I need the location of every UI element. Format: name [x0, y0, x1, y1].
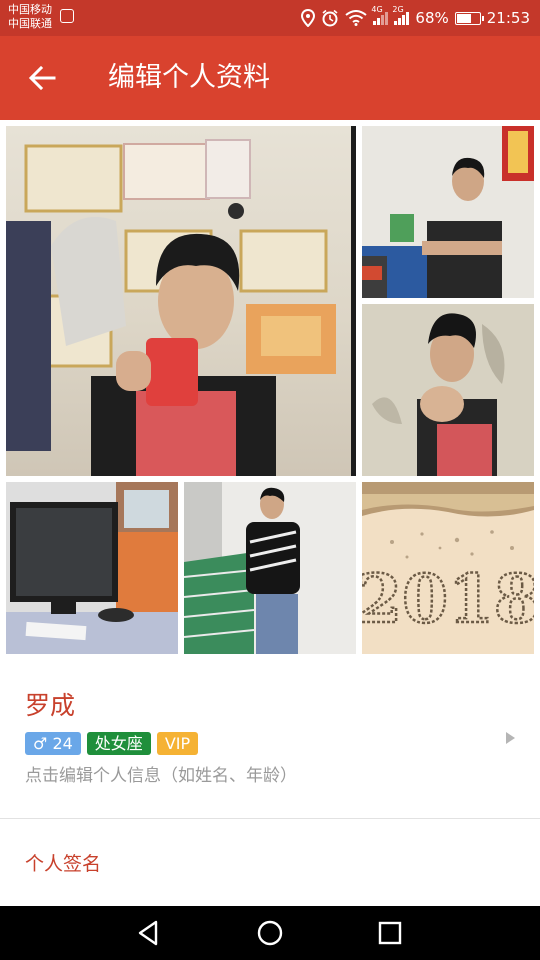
carrier-info: 中国移动 中国联通 — [8, 3, 52, 31]
profile-photo-3[interactable] — [362, 304, 534, 476]
battery-fill — [456, 13, 472, 23]
profile-photo-1[interactable] — [6, 126, 356, 476]
arrow-left-icon[interactable] — [26, 62, 58, 94]
photo-4-image — [6, 482, 178, 654]
alarm-icon — [322, 9, 338, 27]
photo-5-image — [184, 482, 356, 654]
chevron-right-icon[interactable] — [506, 732, 515, 744]
app-header: 编辑个人资料 — [0, 36, 540, 120]
signal-2: 2G — [392, 5, 410, 25]
network-type-1: 4G — [371, 5, 383, 14]
profile-badges: ♂ 24 处女座 VIP — [25, 732, 199, 755]
network-type-2: 2G — [392, 5, 404, 14]
status-bar: 中国移动 中国联通 4G 2G 68% 21:53 — [0, 0, 540, 36]
age-value: 24 — [52, 734, 73, 753]
photo-2-image — [362, 126, 534, 298]
notification-icon — [60, 9, 74, 23]
profile-photo-4[interactable] — [6, 482, 178, 654]
signature-label[interactable]: 个人签名 — [25, 850, 101, 878]
clock: 21:53 — [486, 9, 530, 27]
battery-icon — [454, 11, 484, 25]
carrier-1: 中国移动 — [8, 3, 52, 16]
profile-photo-5[interactable] — [184, 482, 356, 654]
gender-age-badge: ♂ 24 — [25, 732, 81, 755]
recents-square-icon[interactable] — [375, 918, 405, 948]
carrier-2: 中国联通 — [8, 17, 52, 30]
profile-photo-2[interactable] — [362, 126, 534, 298]
profile-photo-6[interactable]: 2018 — [362, 482, 534, 654]
photo-3-image — [362, 304, 534, 476]
vip-badge: VIP — [156, 732, 199, 755]
zodiac-badge: 处女座 — [86, 732, 151, 755]
battery-percent: 68% — [415, 9, 449, 27]
home-circle-icon[interactable] — [255, 918, 285, 948]
system-navbar — [0, 906, 540, 960]
divider — [0, 818, 540, 819]
location-icon — [301, 9, 316, 27]
photo-6-caption: 2018 — [362, 560, 534, 638]
page-title: 编辑个人资料 — [108, 62, 270, 93]
male-icon: ♂ — [33, 734, 48, 753]
signal-1: 4G — [371, 5, 389, 25]
edit-info-hint[interactable]: 点击编辑个人信息（如姓名、年龄） — [25, 764, 297, 788]
photo-1-image — [6, 126, 356, 476]
photo-6-image: 2018 — [362, 482, 534, 654]
back-triangle-icon[interactable] — [134, 918, 164, 948]
status-icons: 4G 2G 68% 21:53 — [301, 5, 530, 28]
profile-name[interactable]: 罗成 — [25, 690, 75, 722]
wifi-icon — [345, 10, 368, 26]
